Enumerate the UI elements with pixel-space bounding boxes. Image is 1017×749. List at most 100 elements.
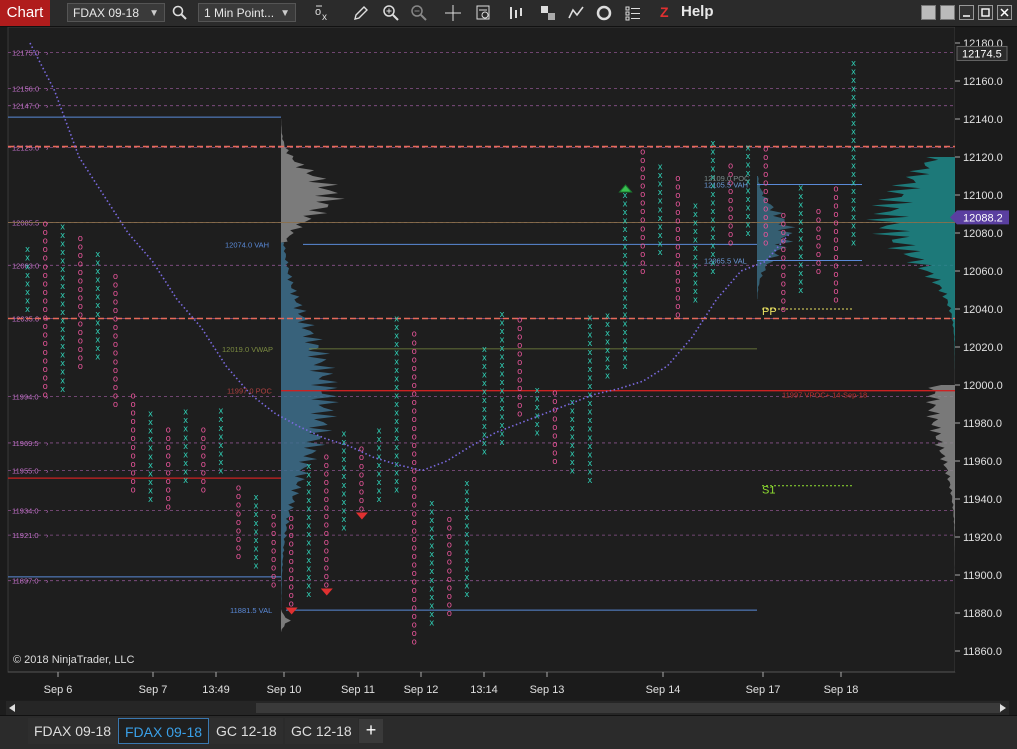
pf-x-mark: x — [587, 433, 592, 443]
pf-x-mark: x — [60, 342, 65, 352]
properties-list-icon[interactable] — [624, 4, 642, 22]
level-label-1: 12156.0 — [12, 85, 39, 94]
pf-o-mark: o — [359, 470, 364, 480]
refresh-icon[interactable] — [595, 4, 613, 22]
pf-x-mark: x — [587, 442, 592, 452]
pf-o-mark: o — [781, 211, 786, 221]
crosshair-icon[interactable] — [444, 4, 462, 22]
instrument-selector[interactable]: FDAX 09-18 ▼ — [67, 3, 165, 22]
strategies-icon[interactable] — [567, 4, 585, 22]
window-option-button-2[interactable] — [940, 5, 955, 20]
pf-o-mark: o — [517, 350, 522, 360]
y-axis-label: 12100.0 — [963, 190, 1003, 202]
tab-fdax-1[interactable]: FDAX 09-18 — [28, 718, 118, 744]
add-tab-button[interactable]: + — [359, 719, 383, 743]
pf-o-mark: o — [166, 468, 171, 478]
pf-o-mark: o — [412, 372, 417, 382]
zoom-in-icon[interactable] — [382, 4, 400, 22]
pf-o-mark: o — [552, 448, 557, 458]
chart-panel[interactable]: 12175.0 › 12156.0 › 12147.0 › 12125.0 › 12085.5 ›… — [0, 27, 1017, 700]
pf-o-mark: o — [78, 336, 83, 346]
pf-x-mark: x — [658, 171, 663, 181]
pf-o-mark: o — [675, 242, 680, 252]
pf-x-mark: x — [798, 277, 803, 287]
pf-x-mark: x — [500, 387, 505, 397]
templates-icon[interactable] — [539, 4, 557, 22]
copyright-text: © 2018 NinjaTrader, LLC — [13, 654, 134, 666]
zoom-out-icon[interactable] — [410, 4, 428, 22]
pf-o-mark: o — [816, 207, 821, 217]
pf-x-mark: x — [341, 506, 346, 516]
pf-x-mark: x — [306, 462, 311, 472]
pf-x-mark: x — [851, 93, 856, 103]
pf-x-mark: x — [464, 573, 469, 583]
tab-gc-2[interactable]: GC 12-18 — [285, 718, 358, 744]
pf-x-mark: x — [693, 287, 698, 297]
pf-x-mark: x — [95, 353, 100, 363]
pf-x-mark: x — [376, 486, 381, 496]
bar-type-icon[interactable]: ox — [314, 4, 332, 23]
x-axis-label: Sep 17 — [746, 684, 781, 696]
pencil-icon[interactable] — [352, 4, 370, 22]
pf-o-mark: o — [236, 509, 241, 519]
pf-o-mark: o — [781, 271, 786, 281]
level-label-3: 12125.0 — [12, 144, 39, 153]
pf-x-mark: x — [25, 288, 30, 298]
pf-x-mark: x — [851, 119, 856, 129]
pf-x-mark: x — [623, 294, 628, 304]
pf-o-mark: o — [640, 164, 645, 174]
close-button[interactable] — [997, 5, 1012, 20]
pf-o-mark: o — [78, 328, 83, 338]
pf-o-mark: o — [412, 424, 417, 434]
y-axis-label: 12140.0 — [963, 114, 1003, 126]
pf-o-mark: o — [130, 417, 135, 427]
pf-o-mark: o — [236, 518, 241, 528]
tab-gc-1[interactable]: GC 12-18 — [210, 718, 283, 744]
tab-fdax-2-active[interactable]: FDAX 09-18 — [118, 718, 210, 744]
s1-label: S1 — [762, 485, 775, 497]
pf-o-mark: o — [166, 503, 171, 513]
pf-o-mark: o — [78, 259, 83, 269]
chart-svg[interactable]: 12175.0 ›12156.0 ›12147.0 ›12125.0 ›12085.5 ›… — [0, 27, 1017, 700]
pf-o-mark: o — [113, 315, 118, 325]
pf-x-mark: x — [183, 442, 188, 452]
pf-x-mark: x — [710, 139, 715, 149]
window-option-button[interactable] — [921, 5, 936, 20]
pf-o-mark: o — [78, 234, 83, 244]
pf-x-mark: x — [183, 416, 188, 426]
search-icon[interactable] — [171, 4, 189, 22]
pf-x-mark: x — [658, 163, 663, 173]
pf-x-mark: x — [798, 235, 803, 245]
pf-x-mark: x — [482, 353, 487, 363]
pf-x-mark: x — [218, 441, 223, 451]
pf-x-mark: x — [693, 210, 698, 220]
pf-x-mark: x — [341, 447, 346, 457]
data-box-icon[interactable] — [475, 4, 493, 22]
help-button[interactable]: Help — [681, 3, 714, 20]
pf-x-mark: x — [587, 365, 592, 375]
pf-o-mark: o — [412, 432, 417, 442]
horizontal-scrollbar[interactable] — [6, 701, 1009, 715]
minimize-button[interactable] — [959, 5, 974, 20]
pf-x-mark: x — [306, 513, 311, 523]
pf-o-mark: o — [447, 600, 452, 610]
interval-selector[interactable]: 1 Min Point... ▼ — [198, 3, 296, 22]
pf-o-mark: o — [236, 535, 241, 545]
pf-x-mark: x — [482, 396, 487, 406]
pf-x-mark: x — [746, 212, 751, 222]
pf-o-mark: o — [113, 357, 118, 367]
pf-x-mark: x — [623, 259, 628, 269]
pf-o-mark: o — [324, 486, 329, 496]
pf-x-mark: x — [482, 439, 487, 449]
pf-x-mark: x — [218, 432, 223, 442]
pf-x-mark: x — [60, 325, 65, 335]
pf-o-mark: o — [43, 245, 48, 255]
help-z-icon[interactable]: Z — [660, 4, 669, 20]
pf-x-mark: x — [798, 209, 803, 219]
pf-o-mark: o — [833, 253, 838, 263]
bars-icon[interactable] — [508, 4, 526, 22]
maximize-button[interactable] — [978, 5, 993, 20]
pf-x-mark: x — [658, 197, 663, 207]
pf-x-mark: x — [429, 601, 434, 611]
pf-x-mark: x — [482, 345, 487, 355]
